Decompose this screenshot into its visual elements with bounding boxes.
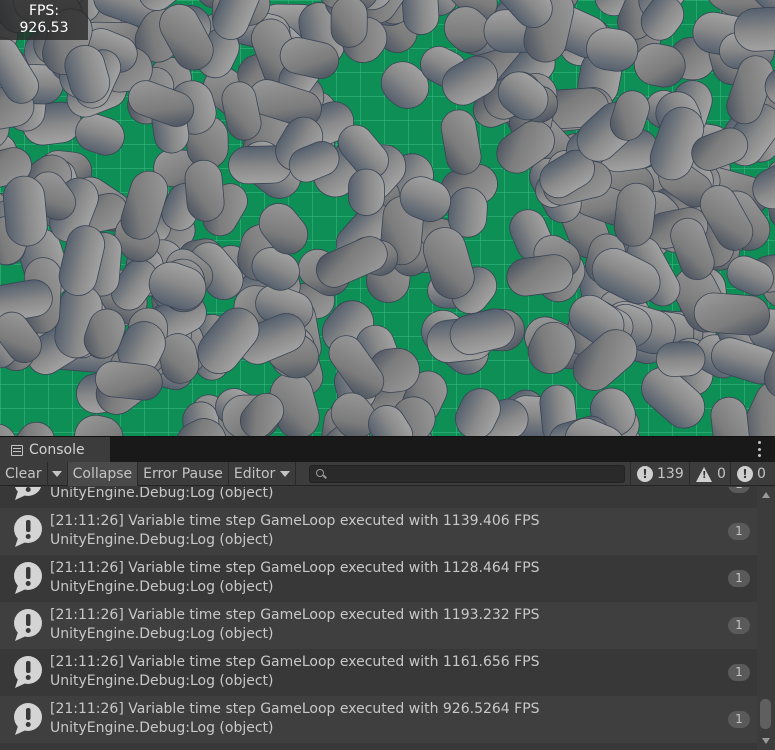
editor-dropdown[interactable]: Editor bbox=[229, 461, 297, 486]
info-message-icon bbox=[14, 609, 42, 641]
clear-options-dropdown[interactable] bbox=[48, 461, 68, 486]
warning-count: 0 bbox=[717, 466, 726, 482]
error-count: 0 bbox=[757, 466, 766, 482]
info-message-icon bbox=[14, 562, 42, 594]
chevron-down-icon bbox=[280, 470, 291, 477]
vertical-scrollbar[interactable] bbox=[757, 487, 775, 750]
capsule bbox=[693, 292, 771, 336]
log-entry[interactable]: [21:11:26] Variable time step GameLoop e… bbox=[0, 649, 757, 696]
log-count-badge: 1 bbox=[728, 617, 750, 634]
log-message: [21:11:26] Variable time step GameLoop e… bbox=[50, 701, 540, 717]
editor-dropdown-label: Editor bbox=[233, 465, 276, 482]
log-entry[interactable]: [21:11:26] Variable time step GameLoop e… bbox=[0, 602, 757, 649]
console-tab-bar: Console bbox=[0, 436, 775, 463]
info-message-icon bbox=[14, 515, 42, 547]
log-message: [21:11:26] Variable time step GameLoop e… bbox=[50, 607, 540, 623]
log-count-badge: 1 bbox=[728, 664, 750, 681]
fps-value: 926.53 bbox=[19, 20, 69, 36]
log-stacktrace: UnityEngine.Debug:Log (object) bbox=[50, 579, 274, 595]
clear-button[interactable]: Clear bbox=[0, 461, 48, 486]
capsule bbox=[655, 341, 706, 377]
capsule-pile-render bbox=[0, 0, 775, 436]
log-stacktrace: UnityEngine.Debug:Log (object) bbox=[50, 532, 274, 548]
log-count-badge: 1 bbox=[728, 711, 750, 728]
search-icon bbox=[316, 469, 324, 477]
log-message: [21:11:26] Variable time step GameLoop e… bbox=[50, 560, 540, 576]
more-options-icon[interactable] bbox=[757, 441, 761, 457]
error-icon: ! bbox=[737, 466, 753, 482]
info-filter-toggle[interactable]: ! 139 bbox=[630, 462, 684, 486]
scroll-down-arrow-icon[interactable] bbox=[762, 738, 770, 744]
game-view[interactable]: FPS: 926.53 bbox=[0, 0, 775, 436]
tab-console-label: Console bbox=[29, 442, 85, 458]
log-stacktrace: UnityEngine.Debug:Log (object) bbox=[50, 720, 274, 736]
log-stacktrace: UnityEngine.Debug:Log (object) bbox=[50, 487, 274, 501]
log-stacktrace: UnityEngine.Debug:Log (object) bbox=[50, 626, 274, 642]
warning-filter-toggle[interactable]: ! 0 bbox=[689, 462, 726, 486]
info-message-icon bbox=[14, 487, 42, 500]
fps-overlay: FPS: 926.53 bbox=[0, 0, 88, 40]
capsule bbox=[330, 0, 368, 48]
scroll-up-arrow-icon[interactable] bbox=[762, 492, 770, 498]
chevron-down-icon bbox=[51, 470, 62, 477]
log-count-badge: 1 bbox=[728, 487, 750, 493]
log-entry[interactable]: [21:11:26] Variable time step GameLoop e… bbox=[0, 508, 757, 555]
log-stacktrace: UnityEngine.Debug:Log (object) bbox=[50, 673, 274, 689]
log-message: [21:11:26] Variable time step GameLoop e… bbox=[50, 654, 540, 670]
error-pause-toggle[interactable]: Error Pause bbox=[138, 461, 229, 486]
tab-console[interactable]: Console bbox=[0, 437, 110, 463]
warning-icon: ! bbox=[696, 466, 712, 482]
search-field[interactable] bbox=[309, 465, 625, 483]
scroll-thumb[interactable] bbox=[760, 699, 771, 729]
info-message-icon bbox=[14, 703, 42, 735]
fps-label: FPS: bbox=[28, 3, 60, 19]
collapse-toggle[interactable]: Collapse bbox=[67, 461, 139, 486]
log-list[interactable]: UnityEngine.Debug:Log (object) 1 [21:11:26… bbox=[0, 487, 757, 750]
log-count-badge: 1 bbox=[728, 570, 750, 587]
log-entry[interactable]: [21:11:26] Variable time step GameLoop e… bbox=[0, 696, 757, 743]
info-count: 139 bbox=[657, 466, 684, 482]
console-icon bbox=[11, 444, 23, 456]
search-input[interactable] bbox=[330, 466, 620, 482]
capsule bbox=[348, 168, 385, 216]
log-entry[interactable]: UnityEngine.Debug:Log (object) 1 bbox=[0, 487, 757, 508]
capsule bbox=[184, 159, 225, 222]
info-message-icon bbox=[14, 656, 42, 688]
console-toolbar: Clear Collapse Error Pause Editor ! 139 … bbox=[0, 461, 775, 486]
info-icon: ! bbox=[637, 466, 653, 482]
log-message: [21:11:26] Variable time step GameLoop e… bbox=[50, 513, 540, 529]
log-entry[interactable]: [21:11:26] Variable time step GameLoop e… bbox=[0, 555, 757, 602]
console-window: Console Clear Collapse Error Pause Edito… bbox=[0, 436, 775, 750]
log-count-badge: 1 bbox=[728, 523, 750, 540]
error-filter-toggle[interactable]: ! 0 bbox=[730, 462, 766, 486]
